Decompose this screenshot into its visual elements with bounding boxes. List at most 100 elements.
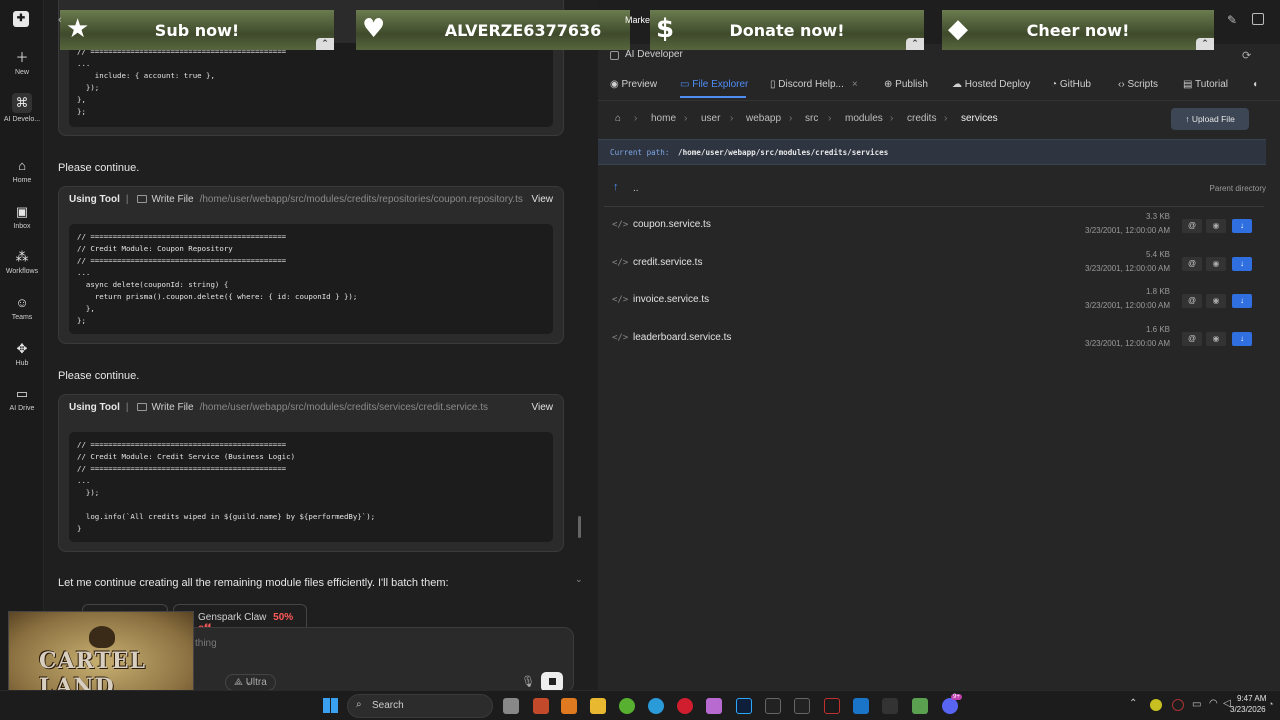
- tool-card-2: Using Tool | Write File /home/user/webap…: [58, 186, 564, 344]
- mention-button[interactable]: @: [1182, 294, 1202, 308]
- breadcrumb-src[interactable]: src: [805, 113, 818, 124]
- tray-chevron-icon[interactable]: ⌃: [1129, 698, 1137, 709]
- taskbar-app-7[interactable]: [824, 698, 840, 714]
- sidebar-item-inbox[interactable]: ▣ Inbox: [0, 204, 44, 230]
- file-name[interactable]: invoice.service.ts: [633, 294, 709, 305]
- file-name[interactable]: leaderboard.service.ts: [633, 332, 731, 343]
- download-button[interactable]: ↓: [1232, 219, 1252, 233]
- sidebar-item-ai-drive[interactable]: ▭ AI Drive: [0, 386, 44, 412]
- taskbar-app-9[interactable]: [912, 698, 928, 714]
- chevron-down-icon[interactable]: ⌄: [245, 676, 253, 687]
- microphone-icon[interactable]: 🎙︎: [521, 675, 535, 688]
- notification-bell-icon[interactable]: ◔: [1268, 699, 1273, 709]
- edit-icon[interactable]: ✎: [1227, 13, 1237, 27]
- tray-app-icon[interactable]: [1150, 699, 1162, 711]
- tab-overflow-icon[interactable]: ◖: [1252, 79, 1258, 90]
- preview-eye-button[interactable]: ◉: [1206, 331, 1226, 346]
- sidebar-item-new[interactable]: ＋ New: [0, 50, 44, 76]
- file-date: 3/23/2001, 12:00:00 AM: [1085, 301, 1170, 310]
- refresh-icon[interactable]: ⟳: [1242, 49, 1251, 62]
- stop-button[interactable]: [541, 672, 563, 690]
- download-button[interactable]: ↓: [1232, 331, 1252, 346]
- back-chevron-icon[interactable]: ‹: [58, 14, 62, 26]
- taskbar-search[interactable]: ⌕ Search: [347, 694, 493, 718]
- breadcrumb-home-icon[interactable]: ⌂: [615, 113, 621, 124]
- taskbar-app-vscode[interactable]: [853, 698, 869, 714]
- tab-tutorial[interactable]: ▤ Tutorial: [1183, 79, 1228, 90]
- chat-input-box[interactable]: thing ⟁ Ultra ⌄ 🎙︎: [174, 627, 574, 690]
- clock-time[interactable]: 9:47 AM: [1237, 694, 1266, 703]
- chat-input[interactable]: thing: [195, 638, 217, 649]
- globe-icon: ⊕: [884, 79, 896, 90]
- view-button[interactable]: View: [532, 194, 554, 205]
- book-icon: ▤: [1183, 79, 1196, 90]
- download-button[interactable]: ↓: [1232, 294, 1252, 308]
- breadcrumb-webapp[interactable]: webapp: [746, 113, 781, 124]
- code-file-icon: </>: [612, 295, 629, 305]
- file-row[interactable]: </> credit.service.ts 5.4 KB 3/23/2001, 12:…: [598, 245, 1266, 283]
- taskbar-app-3[interactable]: [619, 698, 635, 714]
- tab-scripts[interactable]: ‹› Scripts: [1118, 79, 1158, 90]
- inbox-icon: ▣: [15, 204, 29, 219]
- upload-file-button[interactable]: ↑ Upload File: [1171, 108, 1249, 130]
- layout-icon[interactable]: [1252, 13, 1264, 25]
- taskbar-app-8[interactable]: [882, 698, 898, 714]
- breadcrumb-modules[interactable]: modules: [845, 113, 883, 124]
- clock-date[interactable]: 3/23/2026: [1230, 705, 1266, 714]
- tab-hosted-deploy[interactable]: ☁ Hosted Deploy: [952, 79, 1030, 90]
- taskbar-app-discord[interactable]: [942, 698, 958, 714]
- view-button[interactable]: View: [532, 402, 554, 413]
- file-row[interactable]: </> leaderboard.service.ts 1.6 KB 3/23/2001…: [598, 320, 1266, 358]
- mention-button[interactable]: @: [1182, 219, 1202, 233]
- app-logo-icon[interactable]: ✚: [13, 11, 29, 27]
- scroll-down-icon[interactable]: ⌄: [575, 574, 583, 585]
- taskbar-app-4[interactable]: [706, 698, 722, 714]
- taskbar-app-telegram[interactable]: [648, 698, 664, 714]
- parent-directory-row[interactable]: ↑ .. Parent directory: [598, 171, 1266, 209]
- tab-file-explorer[interactable]: ▭ File Explorer: [680, 79, 748, 90]
- taskbar-app-5[interactable]: [765, 698, 781, 714]
- breadcrumb-credits[interactable]: credits: [907, 113, 936, 124]
- hub-icon: ✥: [16, 341, 28, 356]
- tab-discord-help[interactable]: ▯ Discord Help... ×: [770, 79, 858, 90]
- mention-button[interactable]: @: [1182, 256, 1202, 271]
- breadcrumb-home[interactable]: home: [651, 113, 676, 124]
- sidebar-item-ai-developer[interactable]: ⌘ AI Develo...: [0, 93, 44, 123]
- tab-github[interactable]: ◔ GitHub: [1051, 79, 1091, 90]
- preview-eye-button[interactable]: ◉: [1206, 256, 1226, 271]
- home-icon: ⌂: [18, 158, 26, 173]
- taskbar-app-files[interactable]: [503, 698, 519, 714]
- wifi-icon[interactable]: ◠: [1209, 698, 1218, 709]
- star-icon: ★: [66, 14, 90, 44]
- sidebar-item-home[interactable]: ⌂ Home: [0, 158, 44, 184]
- sidebar-item-teams[interactable]: ☺ Teams: [0, 295, 44, 321]
- preview-eye-button[interactable]: ◉: [1206, 294, 1226, 308]
- download-button[interactable]: ↓: [1232, 256, 1252, 271]
- taskbar-app-1[interactable]: [533, 698, 549, 714]
- file-name[interactable]: coupon.service.ts: [633, 219, 711, 230]
- sidebar-item-workflows[interactable]: ⁂ Workflows: [0, 249, 44, 275]
- close-icon[interactable]: ×: [852, 79, 858, 90]
- taskbar-app-explorer[interactable]: [590, 698, 606, 714]
- display-icon[interactable]: ▭: [1192, 699, 1201, 710]
- scrollbar-thumb[interactable]: [578, 516, 581, 538]
- tab-publish[interactable]: ⊕ Publish: [884, 79, 928, 90]
- mention-button[interactable]: @: [1182, 331, 1202, 346]
- taskbar-app-photoshop[interactable]: [736, 698, 752, 714]
- preview-eye-button[interactable]: ◉: [1206, 219, 1226, 233]
- taskbar-app-2[interactable]: [561, 698, 577, 714]
- breadcrumb-services[interactable]: services: [961, 113, 998, 124]
- taskbar-app-6[interactable]: [794, 698, 810, 714]
- file-name[interactable]: credit.service.ts: [633, 257, 702, 268]
- tray-app-icon-2[interactable]: [1172, 699, 1184, 711]
- workflows-icon: ⁂: [15, 249, 29, 264]
- arrow-up-icon: ↑: [613, 181, 619, 193]
- tab-preview[interactable]: ◉ Preview: [610, 79, 657, 90]
- breadcrumb-user[interactable]: user: [701, 113, 720, 124]
- windows-start-icon[interactable]: [323, 698, 338, 713]
- taskbar-app-opera[interactable]: [677, 698, 693, 714]
- file-row[interactable]: </> coupon.service.ts 3.3 KB 3/23/2001, 12:…: [598, 207, 1266, 245]
- current-path-bar: Current path: /home/user/webapp/src/modu…: [598, 139, 1266, 165]
- file-row[interactable]: </> invoice.service.ts 1.8 KB 3/23/2001, 12…: [598, 282, 1266, 320]
- sidebar-item-hub[interactable]: ✥ Hub: [0, 341, 44, 367]
